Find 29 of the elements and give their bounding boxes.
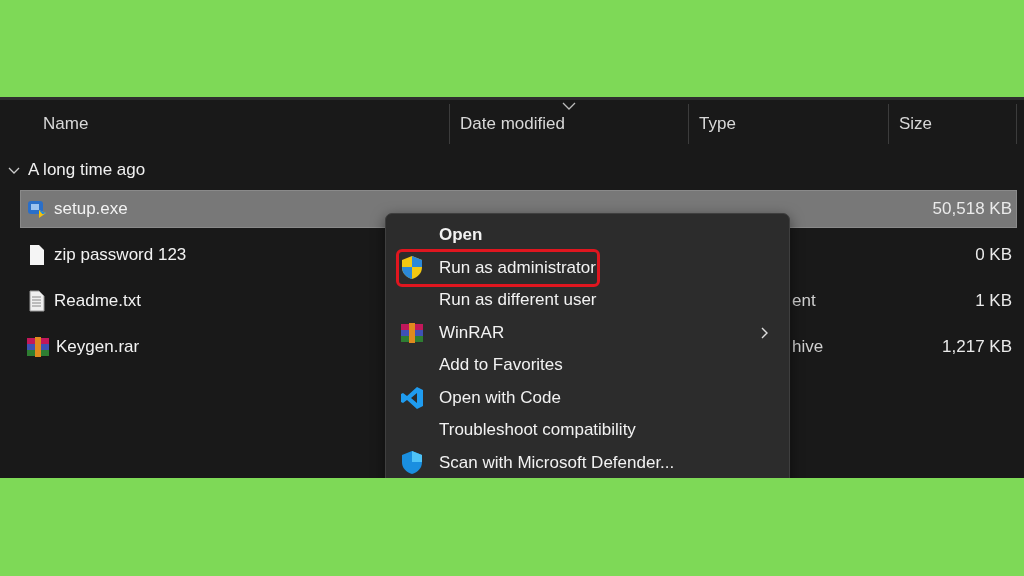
menu-item[interactable]: WinRAR <box>386 319 789 346</box>
code-editor-icon <box>399 385 424 410</box>
type-text: ent <box>791 291 816 310</box>
text-file-icon <box>26 290 48 312</box>
installer-icon <box>26 198 48 220</box>
file-name[interactable]: Keygen.rar <box>56 337 140 357</box>
file-name[interactable]: Readme.txt <box>54 291 141 311</box>
column-header[interactable]: Size <box>889 104 1017 144</box>
menu-item[interactable]: Add to Favorites <box>386 352 583 379</box>
column-header[interactable]: Name <box>20 104 450 144</box>
size-text: 1 KB <box>975 291 1013 311</box>
menu-item[interactable]: Run as administrator <box>396 248 600 287</box>
menu-item[interactable]: Troubleshoot compatibility <box>386 417 656 444</box>
size-text: 50,518 KB <box>932 199 1013 219</box>
shield-icon <box>399 255 424 281</box>
menu-item[interactable]: Run as different user <box>386 287 617 314</box>
menu-item[interactable]: Scan with Microsoft Defender... <box>386 449 695 476</box>
shield-icon <box>399 450 424 476</box>
file-name[interactable]: zip password 123 <box>54 245 187 265</box>
column-header[interactable]: Date modified <box>450 104 689 144</box>
file-name[interactable]: setup.exe <box>54 199 128 219</box>
archive-icon <box>26 336 50 358</box>
archive-icon <box>399 321 424 344</box>
group-label: A long time ago <box>28 160 146 180</box>
column-header[interactable]: Type <box>689 104 889 144</box>
menu-item[interactable]: Open with Code <box>386 384 581 411</box>
size-text: 0 KB <box>975 245 1013 265</box>
type-text: hive <box>791 337 824 356</box>
size-text: 1,217 KB <box>942 337 1013 357</box>
